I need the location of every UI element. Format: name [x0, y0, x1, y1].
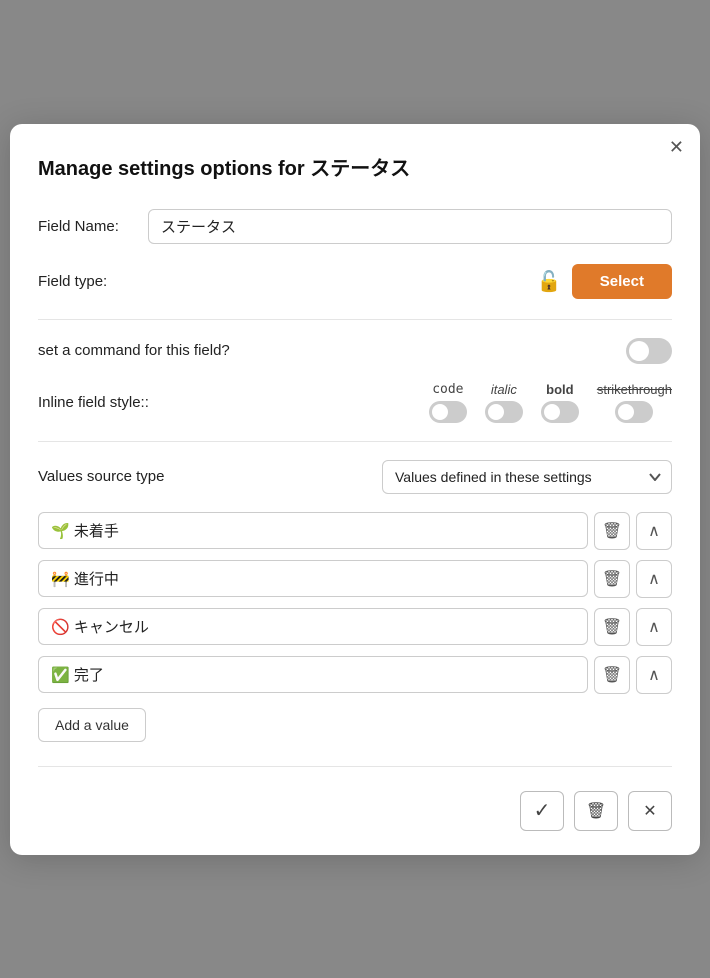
- field-name-label: Field Name:: [38, 218, 148, 235]
- manage-settings-modal: ✕ Manage settings options for ステータス Fiel…: [10, 124, 700, 855]
- delete-value-4-button[interactable]: 🗑: [594, 656, 630, 694]
- italic-toggle[interactable]: [485, 401, 523, 423]
- confirm-button[interactable]: ✓: [520, 791, 564, 831]
- field-type-label: Field type:: [38, 273, 148, 290]
- cancel-button[interactable]: ✕: [628, 791, 672, 831]
- style-code-item: code: [429, 382, 467, 423]
- value-input-3[interactable]: [38, 608, 588, 645]
- delete-button[interactable]: 🗑: [574, 791, 618, 831]
- close-button[interactable]: ✕: [669, 138, 684, 156]
- footer-actions: ✓ 🗑 ✕: [38, 791, 672, 831]
- field-name-input[interactable]: [148, 209, 672, 244]
- bold-toggle[interactable]: [541, 401, 579, 423]
- command-toggle[interactable]: [626, 338, 672, 364]
- style-italic-label: italic: [491, 382, 517, 397]
- italic-slider: [485, 401, 523, 423]
- divider-3: [38, 766, 672, 767]
- inline-style-row: Inline field style:: code italic bold: [38, 382, 672, 423]
- command-label: set a command for this field?: [38, 342, 626, 359]
- value-item-row: 🗑 ∧: [38, 608, 672, 646]
- move-up-4-button[interactable]: ∧: [636, 656, 672, 694]
- value-item-row: 🗑 ∧: [38, 656, 672, 694]
- values-source-select[interactable]: Values defined in these settings Externa…: [382, 460, 672, 494]
- code-toggle[interactable]: [429, 401, 467, 423]
- inline-style-label: Inline field style::: [38, 394, 198, 411]
- value-input-1[interactable]: [38, 512, 588, 549]
- move-up-2-button[interactable]: ∧: [636, 560, 672, 598]
- divider-2: [38, 441, 672, 442]
- lock-icon: 🔓: [537, 269, 562, 294]
- style-strike-label: strikethrough: [597, 382, 672, 397]
- style-strike-item: strikethrough: [597, 382, 672, 423]
- strike-slider: [615, 401, 653, 423]
- style-bold-item: bold: [541, 382, 579, 423]
- add-value-button[interactable]: Add a value: [38, 708, 146, 742]
- select-button[interactable]: Select: [572, 264, 672, 299]
- value-item-row: 🗑 ∧: [38, 560, 672, 598]
- style-italic-item: italic: [485, 382, 523, 423]
- delete-value-2-button[interactable]: 🗑: [594, 560, 630, 598]
- value-item-row: 🗑 ∧: [38, 512, 672, 550]
- toggle-slider: [626, 338, 672, 364]
- move-up-3-button[interactable]: ∧: [636, 608, 672, 646]
- field-name-row: Field Name:: [38, 209, 672, 244]
- values-source-label: Values source type: [38, 468, 382, 485]
- values-container: 🗑 ∧ 🗑 ∧ 🗑 ∧ 🗑 ∧: [38, 512, 672, 694]
- field-type-row: Field type: 🔓 Select: [38, 264, 672, 299]
- modal-title: Manage settings options for ステータス: [38, 152, 672, 181]
- code-slider: [429, 401, 467, 423]
- values-source-row: Values source type Values defined in the…: [38, 460, 672, 494]
- style-code-label: code: [432, 382, 463, 397]
- style-bold-label: bold: [546, 382, 573, 397]
- strike-toggle[interactable]: [615, 401, 653, 423]
- command-row: set a command for this field?: [38, 338, 672, 364]
- delete-value-1-button[interactable]: 🗑: [594, 512, 630, 550]
- delete-value-3-button[interactable]: 🗑: [594, 608, 630, 646]
- value-input-2[interactable]: [38, 560, 588, 597]
- value-input-4[interactable]: [38, 656, 588, 693]
- bold-slider: [541, 401, 579, 423]
- divider-1: [38, 319, 672, 320]
- move-up-1-button[interactable]: ∧: [636, 512, 672, 550]
- style-toggles: code italic bold: [198, 382, 672, 423]
